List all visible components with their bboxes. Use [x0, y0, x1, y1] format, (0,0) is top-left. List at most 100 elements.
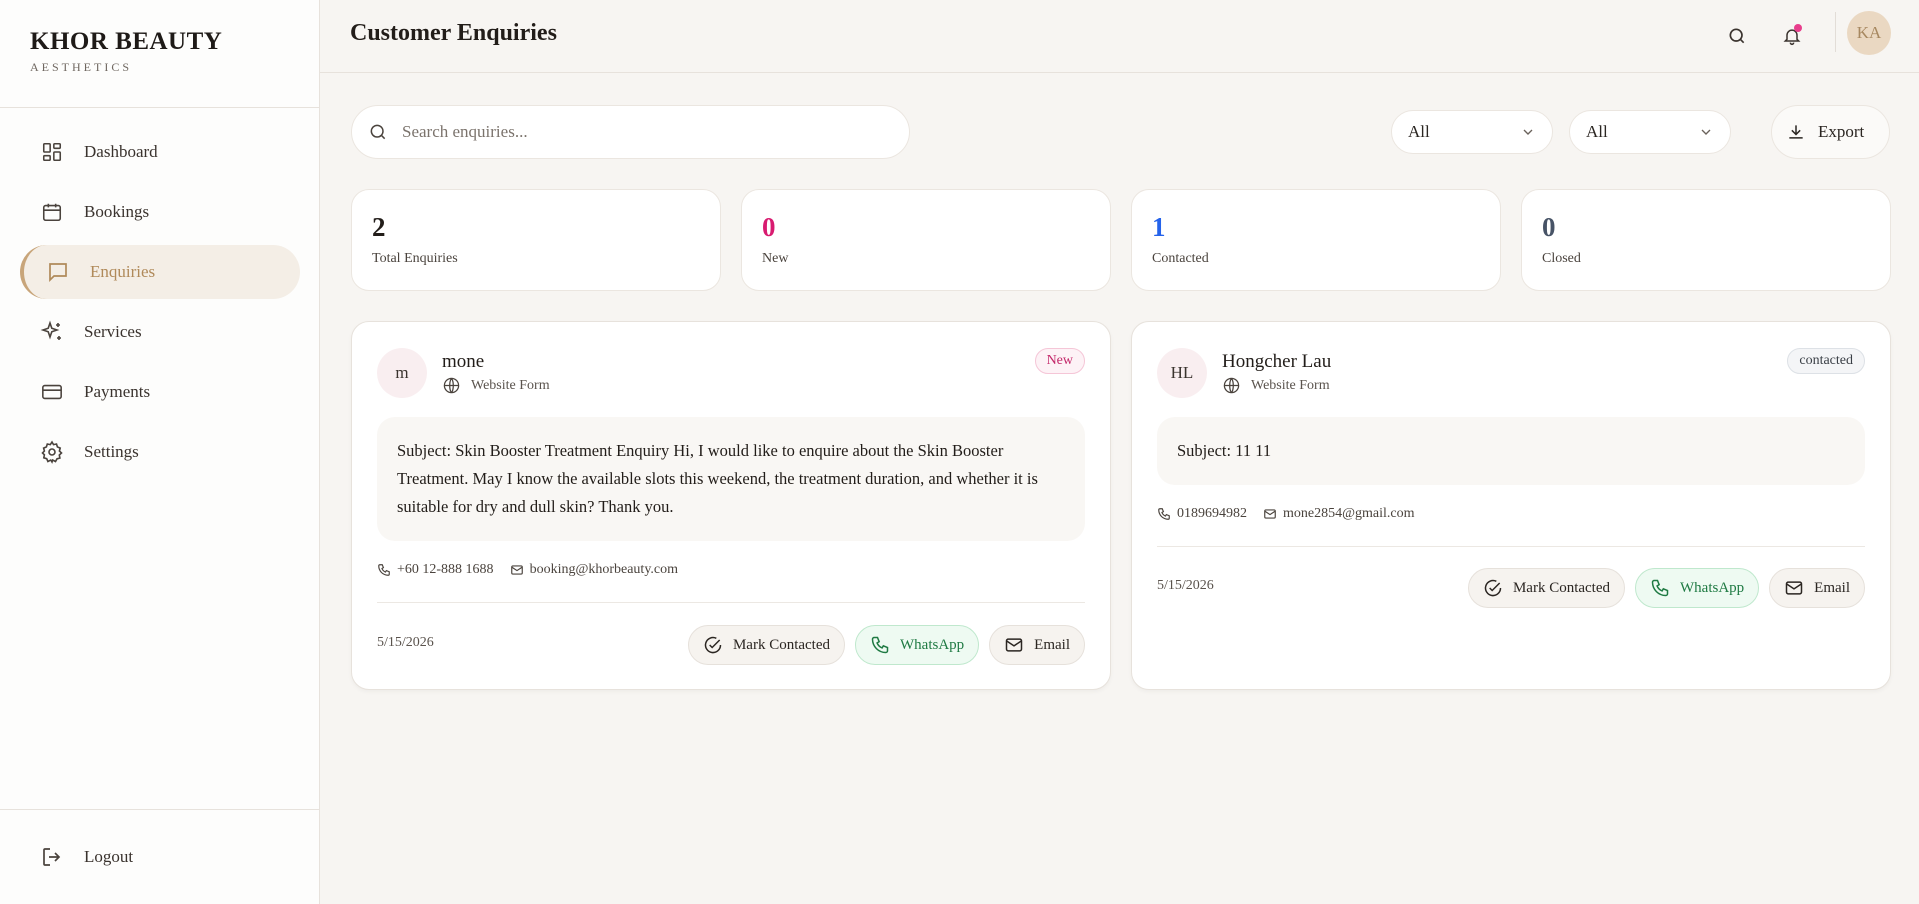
- stat-card-new: 0 New: [741, 189, 1111, 291]
- notification-dot: [1794, 24, 1802, 32]
- contact-email[interactable]: booking@khorbeauty.com: [510, 562, 678, 578]
- email-label: Email: [1034, 636, 1070, 653]
- export-button[interactable]: Export: [1771, 105, 1890, 159]
- source-filter-select[interactable]: All: [1569, 110, 1731, 154]
- message-icon: [46, 260, 70, 284]
- stat-label: New: [762, 251, 789, 266]
- calendar-icon: [40, 200, 64, 224]
- card-divider: [377, 602, 1085, 603]
- page-title: Customer Enquiries: [350, 20, 557, 46]
- enquiry-card: m mone Website Form New Subject: Skin Bo…: [351, 321, 1111, 690]
- status-filter-value: All: [1408, 122, 1430, 141]
- stat-value: 0: [1542, 212, 1556, 242]
- header-divider: [1835, 12, 1836, 52]
- contact-email[interactable]: mone2854@gmail.com: [1263, 506, 1414, 522]
- check-circle-icon: [704, 636, 722, 654]
- brand-subtitle: AESTHETICS: [30, 60, 132, 74]
- search-icon: [1729, 28, 1745, 44]
- search-input[interactable]: [402, 122, 882, 142]
- notifications-button[interactable]: [1776, 20, 1808, 52]
- phone-icon: [378, 564, 390, 576]
- brand: KHOR BEAUTY AESTHETICS: [0, 0, 319, 108]
- user-avatar[interactable]: KA: [1847, 11, 1891, 55]
- mail-icon: [1264, 509, 1276, 519]
- sidebar-item-bookings[interactable]: Bookings: [20, 185, 300, 239]
- card-divider: [1157, 546, 1865, 547]
- phone-number: 0189694982: [1177, 506, 1247, 521]
- export-label: Export: [1818, 122, 1865, 141]
- stat-label: Closed: [1542, 251, 1581, 266]
- stat-card-closed: 0 Closed: [1521, 189, 1891, 291]
- email-label: Email: [1814, 579, 1850, 596]
- enquiry-date: 5/15/2026: [377, 635, 434, 650]
- enquiry-date: 5/15/2026: [1157, 578, 1214, 593]
- sidebar-item-label: Payments: [84, 382, 151, 401]
- top-header: Customer Enquiries KA: [320, 0, 1919, 73]
- logout-button[interactable]: Logout: [40, 845, 133, 869]
- mark-contacted-label: Mark Contacted: [1512, 579, 1611, 596]
- credit-card-icon: [40, 380, 64, 404]
- source-filter-value: All: [1586, 122, 1608, 141]
- phone-icon: [1158, 508, 1170, 520]
- brand-name: KHOR BEAUTY: [30, 28, 223, 55]
- dashboard-icon: [40, 140, 64, 164]
- check-circle-icon: [1484, 579, 1502, 597]
- whatsapp-button[interactable]: WhatsApp: [1635, 568, 1760, 608]
- sparkles-icon: [40, 320, 64, 344]
- email-address: booking@khorbeauty.com: [529, 562, 679, 577]
- status-badge: New: [1034, 348, 1085, 374]
- phone-icon: [1651, 579, 1669, 597]
- contact-info: +60 12-888 1688 booking@khorbeauty.com: [377, 562, 694, 578]
- enquiry-source: Website Form: [442, 376, 550, 395]
- search-icon: [370, 124, 386, 140]
- contact-info: 0189694982 mone2854@gmail.com: [1157, 506, 1430, 522]
- stat-card-total: 2 Total Enquiries: [351, 189, 721, 291]
- stat-label: Total Enquiries: [372, 251, 458, 266]
- stat-label: Contacted: [1152, 251, 1209, 266]
- status-filter-select[interactable]: All: [1391, 110, 1553, 154]
- sidebar-footer: Logout: [0, 809, 319, 904]
- phone-number: +60 12-888 1688: [397, 562, 494, 577]
- globe-icon: [443, 377, 460, 394]
- customer-avatar: m: [377, 348, 427, 398]
- enquiry-source: Website Form: [1222, 376, 1330, 395]
- mark-contacted-button[interactable]: Mark Contacted: [687, 625, 846, 665]
- mail-icon: [510, 565, 523, 575]
- sidebar-item-label: Enquiries: [90, 262, 156, 281]
- chevron-down-icon: [1701, 129, 1711, 135]
- gear-icon: [40, 440, 64, 464]
- search-bar: [351, 105, 910, 159]
- stat-value: 1: [1152, 212, 1166, 242]
- email-address: mone2854@gmail.com: [1283, 506, 1415, 521]
- globe-icon: [1223, 377, 1240, 394]
- sidebar-item-label: Dashboard: [84, 142, 158, 161]
- stat-value: 2: [372, 212, 386, 242]
- sidebar-nav: Dashboard Bookings Enquiries Services Pa…: [20, 125, 300, 485]
- status-badge: contacted: [1787, 348, 1865, 374]
- enquiry-source-label: Website Form: [471, 377, 550, 393]
- phone-icon: [871, 636, 889, 654]
- sidebar-item-payments[interactable]: Payments: [20, 365, 300, 419]
- contact-phone[interactable]: 0189694982: [1157, 506, 1247, 522]
- sidebar-item-settings[interactable]: Settings: [20, 425, 300, 479]
- mail-icon: [1785, 581, 1803, 595]
- enquiry-source-label: Website Form: [1251, 377, 1330, 393]
- header-search-button[interactable]: [1721, 20, 1753, 52]
- whatsapp-button[interactable]: WhatsApp: [855, 625, 980, 665]
- mark-contacted-button[interactable]: Mark Contacted: [1467, 568, 1626, 608]
- card-actions: Mark Contacted WhatsApp Email: [1458, 568, 1865, 608]
- sidebar-item-services[interactable]: Services: [20, 305, 300, 359]
- customer-avatar: HL: [1157, 348, 1207, 398]
- email-button[interactable]: Email: [1769, 568, 1865, 608]
- logout-label: Logout: [84, 847, 134, 866]
- contact-phone[interactable]: +60 12-888 1688: [377, 562, 494, 578]
- whatsapp-label: WhatsApp: [1680, 579, 1745, 596]
- customer-name: Hongcher Lau: [1222, 351, 1332, 372]
- sidebar-item-label: Bookings: [84, 202, 150, 221]
- enquiry-message: Subject: 11 11: [1157, 417, 1865, 485]
- sidebar-item-dashboard[interactable]: Dashboard: [20, 125, 300, 179]
- sidebar-item-enquiries[interactable]: Enquiries: [20, 245, 300, 299]
- card-actions: Mark Contacted WhatsApp Email: [678, 625, 1085, 665]
- mark-contacted-label: Mark Contacted: [732, 636, 831, 653]
- email-button[interactable]: Email: [989, 625, 1085, 665]
